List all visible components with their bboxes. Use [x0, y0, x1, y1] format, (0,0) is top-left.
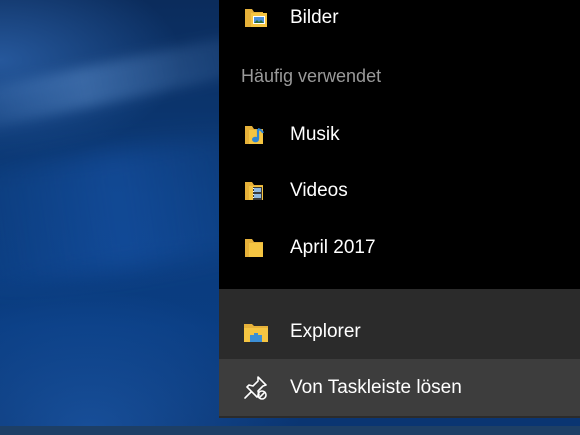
action-explorer[interactable]: Explorer	[219, 303, 580, 360]
unpin-icon	[241, 373, 271, 403]
taskbar[interactable]	[0, 426, 580, 435]
jump-list-item-label: April 2017	[290, 236, 376, 258]
jump-list-item-label: Bilder	[290, 6, 339, 28]
action-unpin-from-taskbar[interactable]: Von Taskleiste lösen	[219, 359, 580, 416]
jump-list-item-april-2017[interactable]: April 2017	[219, 219, 580, 276]
explorer-jump-list: Bilder Häufig verwendet Musik Videos Apr…	[219, 0, 580, 418]
music-folder-icon	[241, 120, 271, 150]
file-explorer-icon	[241, 317, 271, 347]
screen: Bilder Häufig verwendet Musik Videos Apr…	[0, 0, 580, 435]
videos-folder-icon	[241, 176, 271, 206]
jump-list-item-videos[interactable]: Videos	[219, 162, 580, 219]
jump-list-item-label: Musik	[290, 123, 340, 145]
jump-list-item-musik[interactable]: Musik	[219, 106, 580, 163]
pictures-folder-icon	[241, 3, 271, 33]
action-label: Von Taskleiste lösen	[290, 376, 462, 398]
frequent-section-header: Häufig verwendet	[241, 66, 382, 86]
jump-list-actions: Explorer Von Taskleiste lösen	[219, 289, 580, 418]
folder-icon	[241, 233, 271, 263]
jump-list-item-bilder[interactable]: Bilder	[219, 0, 580, 46]
jump-list-item-label: Videos	[290, 179, 348, 201]
action-label: Explorer	[290, 320, 361, 342]
